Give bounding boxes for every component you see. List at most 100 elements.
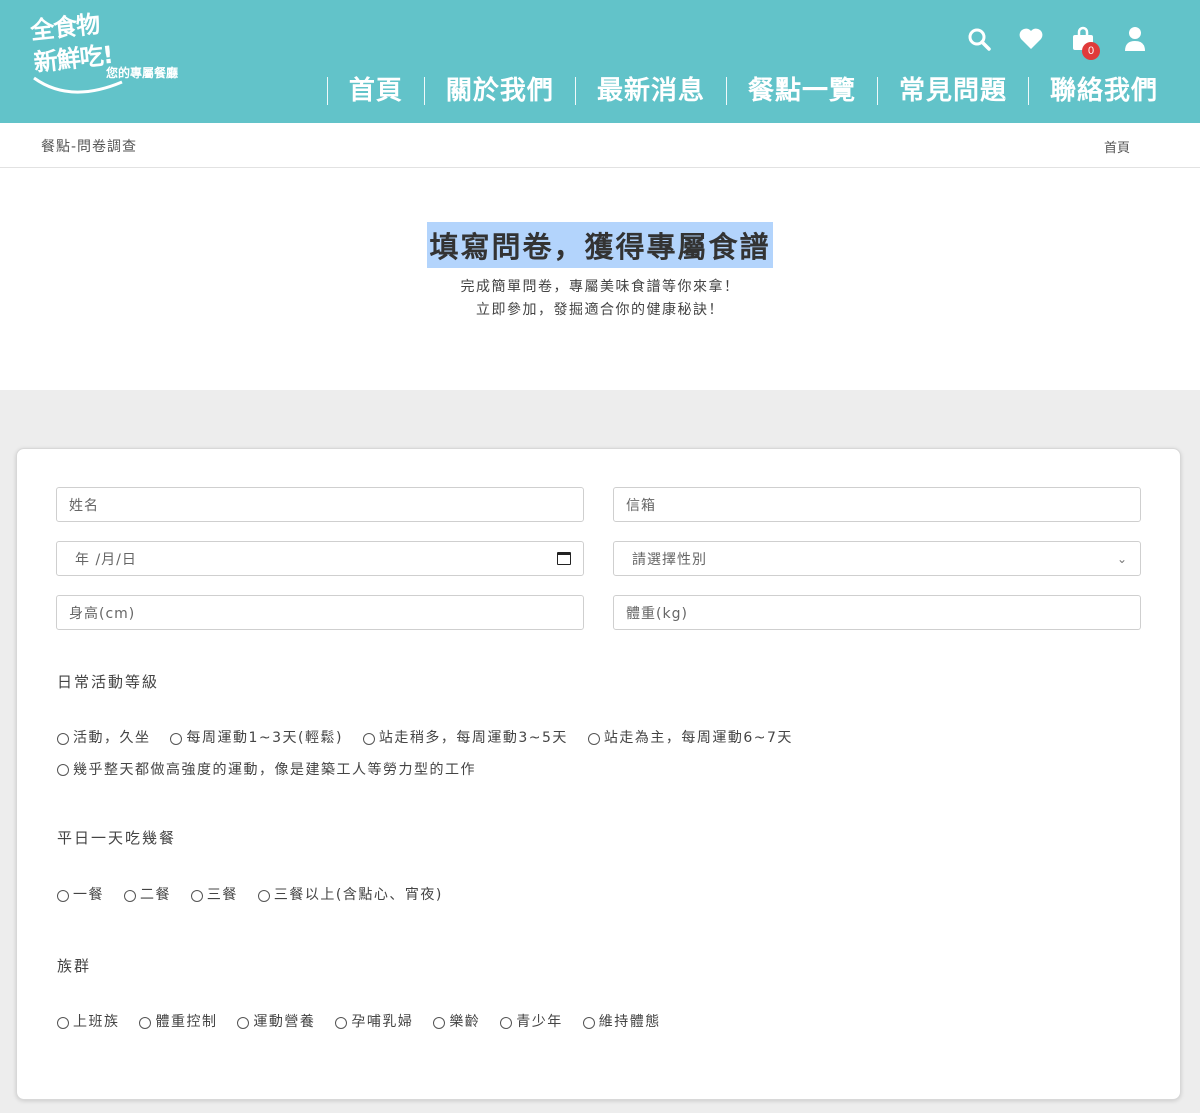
cart-count-badge: 0 <box>1082 42 1100 60</box>
meals-option[interactable]: 三餐以上(含點心、宵夜) <box>257 881 443 910</box>
birthdate-input[interactable]: 年 /月/日 <box>56 541 584 576</box>
radio-circle-icon[interactable] <box>57 732 69 745</box>
nav-divider <box>423 77 425 105</box>
heart-icon[interactable] <box>1018 26 1044 52</box>
group-options: 上班族 體重控制 運動營養 孕哺乳婦 樂齡 青少年 維持體態 <box>57 1008 1147 1040</box>
gender-select[interactable]: 請選擇性別 ⌄ <box>613 541 1141 576</box>
activity-level-label: 日常活動等級 <box>57 673 160 691</box>
meals-option[interactable]: 三餐 <box>190 881 238 910</box>
group-option-label: 上班族 <box>73 1014 120 1030</box>
radio-circle-icon[interactable] <box>237 1016 250 1029</box>
name-input-placeholder: 姓名 <box>69 497 99 514</box>
radio-circle-icon[interactable] <box>57 889 69 902</box>
radio-circle-icon[interactable] <box>170 732 183 745</box>
radio-circle-icon[interactable] <box>433 1016 446 1029</box>
shopping-bag-icon[interactable]: 0 <box>1070 26 1100 60</box>
nav-divider <box>1027 77 1029 105</box>
nav-item-contact[interactable]: 聯絡我們 <box>1029 72 1158 110</box>
radio-circle-icon[interactable] <box>139 1016 152 1029</box>
radio-circle-icon[interactable] <box>582 1016 595 1029</box>
meals-option[interactable]: 二餐 <box>123 881 171 910</box>
weight-input-placeholder: 體重(kg) <box>626 605 688 622</box>
meals-per-day-options: 一餐 二餐 三餐 三餐以上(含點心、宵夜) <box>57 881 1147 913</box>
meals-option-label: 三餐以上(含點心、宵夜) <box>273 887 443 903</box>
birthdate-placeholder: 年 /月/日 <box>75 551 137 568</box>
radio-circle-icon[interactable] <box>257 889 270 902</box>
breadcrumb-current: 餐點-問卷調查 <box>41 139 138 155</box>
group-option-label: 體重控制 <box>155 1014 218 1030</box>
user-icon[interactable] <box>1122 26 1148 52</box>
activity-option[interactable]: 幾乎整天都做高強度的運動，像是建築工人等勞力型的工作 <box>57 756 476 785</box>
meals-option-label: 三餐 <box>206 887 238 903</box>
hero-subtitle-line-1: 完成簡單問卷，專屬美味食譜等你來拿！ <box>460 279 740 295</box>
group-option[interactable]: 孕哺乳婦 <box>335 1008 413 1037</box>
breadcrumb-home-link[interactable]: 首頁 <box>1104 137 1130 156</box>
group-option-label: 樂齡 <box>449 1014 481 1030</box>
nav-item-menu[interactable]: 餐點一覽 <box>727 72 877 110</box>
hero-subtitle: 完成簡單問卷，專屬美味食譜等你來拿！ 立即參加，發掘適合你的健康秘訣！ <box>0 276 1200 322</box>
nav-item-news[interactable]: 最新消息 <box>576 72 726 110</box>
activity-level-options: 活動，久坐 每周運動1~3天(輕鬆) 站走稍多，每周運動3~5天 站走為主，每周… <box>57 724 1147 787</box>
site-logo[interactable]: 全食物 新鮮吃! 您的專屬餐廳 <box>29 10 200 96</box>
group-option[interactable]: 樂齡 <box>433 1008 480 1037</box>
meals-option-label: 二餐 <box>139 887 171 903</box>
logo-swoosh-icon <box>33 76 123 94</box>
email-input-placeholder: 信箱 <box>626 497 656 514</box>
radio-circle-icon[interactable] <box>587 732 600 745</box>
activity-option-label: 每周運動1~3天(輕鬆) <box>186 730 343 746</box>
nav-divider <box>876 77 878 105</box>
radio-circle-icon[interactable] <box>57 1016 69 1029</box>
activity-option[interactable]: 每周運動1~3天(輕鬆) <box>170 724 342 753</box>
group-option-label: 青少年 <box>516 1014 563 1030</box>
group-option[interactable]: 維持體態 <box>582 1008 661 1037</box>
radio-circle-icon[interactable] <box>57 764 69 776</box>
header-icons: 0 <box>966 26 1148 60</box>
name-input[interactable]: 姓名 <box>56 487 584 522</box>
main-nav: 首頁 關於我們 最新消息 餐點一覽 常見問題 聯絡我們 <box>326 72 1158 110</box>
activity-option[interactable]: 站走為主，每周運動6~7天 <box>587 724 793 753</box>
radio-circle-icon[interactable] <box>335 1016 348 1029</box>
height-input[interactable]: 身高(cm) <box>56 595 584 630</box>
activity-option-label: 站走為主，每周運動6~7天 <box>603 730 793 746</box>
meals-per-day-label: 平日一天吃幾餐 <box>57 829 177 847</box>
group-option-label: 孕哺乳婦 <box>351 1014 414 1030</box>
group-option[interactable]: 上班族 <box>57 1008 120 1037</box>
search-icon[interactable] <box>966 26 992 52</box>
group-option[interactable]: 青少年 <box>500 1008 563 1037</box>
group-option[interactable]: 體重控制 <box>139 1008 217 1037</box>
activity-option[interactable]: 站走稍多，每周運動3~5天 <box>362 724 568 753</box>
logo-tagline: 您的專屬餐廳 <box>106 66 179 80</box>
breadcrumb: 餐點-問卷調查 首頁 <box>0 123 1200 168</box>
hero-subtitle-line-2: 立即參加，發掘適合你的健康秘訣！ <box>476 302 724 318</box>
meals-option[interactable]: 一餐 <box>57 881 104 910</box>
group-option[interactable]: 運動營養 <box>237 1008 315 1037</box>
calendar-icon[interactable] <box>557 552 571 565</box>
email-input[interactable]: 信箱 <box>613 487 1141 522</box>
nav-item-home[interactable]: 首頁 <box>328 72 424 110</box>
radio-circle-icon[interactable] <box>362 732 375 745</box>
nav-item-about[interactable]: 關於我們 <box>425 72 575 110</box>
survey-form-card: 姓名 信箱 年 /月/日 請選擇性別 ⌄ 身高(cm) 體重(kg) 日常活動等… <box>16 448 1181 1100</box>
nav-divider <box>725 77 727 105</box>
group-label: 族群 <box>57 957 92 975</box>
radio-circle-icon[interactable] <box>500 1016 513 1029</box>
nav-divider <box>326 77 328 105</box>
meals-option-label: 一餐 <box>73 887 104 903</box>
page-title: 填寫問卷，獲得專屬食譜 <box>427 222 773 268</box>
nav-item-faq[interactable]: 常見問題 <box>878 72 1028 110</box>
activity-option-label: 幾乎整天都做高強度的運動，像是建築工人等勞力型的工作 <box>73 761 476 778</box>
activity-option-label: 站走稍多，每周運動3~5天 <box>378 730 568 746</box>
radio-circle-icon[interactable] <box>190 889 203 902</box>
chevron-down-icon: ⌄ <box>1116 551 1128 566</box>
nav-divider <box>574 77 576 105</box>
group-option-label: 維持體態 <box>598 1014 661 1030</box>
weight-input[interactable]: 體重(kg) <box>613 595 1141 630</box>
hero-section: 填寫問卷，獲得專屬食譜 完成簡單問卷，專屬美味食譜等你來拿！ 立即參加，發掘適合… <box>0 168 1200 390</box>
radio-circle-icon[interactable] <box>123 889 136 902</box>
height-input-placeholder: 身高(cm) <box>69 605 136 622</box>
gender-select-placeholder: 請選擇性別 <box>632 551 707 568</box>
group-option-label: 運動營養 <box>253 1014 316 1030</box>
activity-option-label: 活動，久坐 <box>73 730 151 746</box>
activity-option[interactable]: 活動，久坐 <box>57 724 151 753</box>
site-header: 全食物 新鮮吃! 您的專屬餐廳 0 首頁 關於我們 最新消息 餐點一覽 常見問題… <box>0 0 1200 123</box>
